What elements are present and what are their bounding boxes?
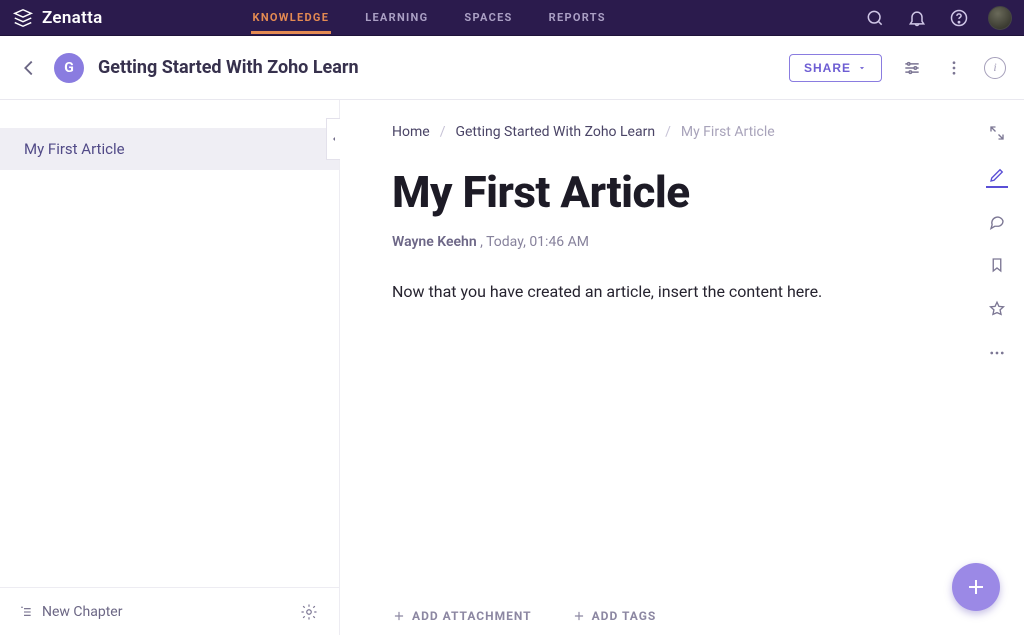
star-icon[interactable] bbox=[986, 298, 1008, 320]
nav-tab-reports[interactable]: REPORTS bbox=[549, 11, 606, 24]
sidebar-item-my-first-article[interactable]: My First Article bbox=[0, 128, 339, 170]
search-icon[interactable] bbox=[862, 5, 888, 31]
sidebar-bottom: New Chapter bbox=[0, 587, 339, 635]
new-chapter-plus-icon bbox=[18, 604, 34, 620]
back-button[interactable] bbox=[18, 57, 40, 79]
plus-icon bbox=[964, 575, 988, 599]
top-nav: Zenatta KNOWLEDGE LEARNING SPACES REPORT… bbox=[0, 0, 1024, 36]
brand-logo-icon bbox=[12, 7, 34, 29]
help-icon[interactable] bbox=[946, 5, 972, 31]
add-attachment-label: ADD ATTACHMENT bbox=[412, 609, 532, 623]
share-button-label: SHARE bbox=[804, 61, 851, 75]
edit-icon[interactable] bbox=[986, 166, 1008, 188]
comment-icon[interactable] bbox=[986, 210, 1008, 232]
new-chapter-button[interactable]: New Chapter bbox=[18, 604, 122, 620]
breadcrumb-current: My First Article bbox=[681, 124, 775, 140]
breadcrumb-space[interactable]: Getting Started With Zoho Learn bbox=[455, 124, 655, 140]
share-button[interactable]: SHARE bbox=[789, 54, 882, 82]
nav-tab-learning[interactable]: LEARNING bbox=[365, 11, 428, 24]
right-rail bbox=[986, 122, 1008, 364]
bookmark-icon[interactable] bbox=[986, 254, 1008, 276]
info-icon[interactable]: i bbox=[984, 57, 1006, 79]
main-content: Home / Getting Started With Zoho Learn /… bbox=[340, 100, 1024, 635]
article-title: My First Article bbox=[392, 166, 954, 218]
expand-icon[interactable] bbox=[986, 122, 1008, 144]
article-byline: Wayne Keehn , Today, 01:46 AM bbox=[392, 234, 954, 250]
chevron-down-icon bbox=[857, 63, 867, 73]
new-chapter-label: New Chapter bbox=[42, 604, 122, 620]
nav-tab-spaces[interactable]: SPACES bbox=[464, 11, 512, 24]
sidebar-settings-icon[interactable] bbox=[297, 600, 321, 624]
plus-icon bbox=[392, 609, 406, 623]
kebab-menu-icon[interactable] bbox=[942, 56, 966, 80]
brand[interactable]: Zenatta bbox=[12, 7, 103, 29]
plus-icon bbox=[572, 609, 586, 623]
article-footer-actions: ADD ATTACHMENT ADD TAGS bbox=[392, 609, 954, 623]
add-tags-label: ADD TAGS bbox=[592, 609, 657, 623]
subheader-actions: SHARE i bbox=[789, 54, 1006, 82]
breadcrumb-home[interactable]: Home bbox=[392, 124, 430, 140]
filter-icon[interactable] bbox=[900, 56, 924, 80]
breadcrumb-separator: / bbox=[665, 124, 671, 140]
space-title: Getting Started With Zoho Learn bbox=[98, 57, 359, 78]
nav-right bbox=[862, 5, 1012, 31]
brand-name: Zenatta bbox=[42, 8, 103, 28]
more-icon[interactable] bbox=[986, 342, 1008, 364]
add-attachment-button[interactable]: ADD ATTACHMENT bbox=[392, 609, 532, 623]
user-avatar[interactable] bbox=[988, 6, 1012, 30]
notifications-icon[interactable] bbox=[904, 5, 930, 31]
nav-tabs: KNOWLEDGE LEARNING SPACES REPORTS bbox=[253, 11, 606, 24]
article-body: Now that you have created an article, in… bbox=[392, 280, 954, 304]
add-tags-button[interactable]: ADD TAGS bbox=[572, 609, 657, 623]
article-author: Wayne Keehn bbox=[392, 234, 477, 250]
sidebar-item-label: My First Article bbox=[24, 140, 125, 158]
sub-header: G Getting Started With Zoho Learn SHARE … bbox=[0, 36, 1024, 100]
sidebar: My First Article New Chapter bbox=[0, 100, 340, 635]
fab-add-button[interactable] bbox=[952, 563, 1000, 611]
body: My First Article New Chapter Home / Gett… bbox=[0, 100, 1024, 635]
space-badge: G bbox=[54, 53, 84, 83]
breadcrumb-separator: / bbox=[440, 124, 446, 140]
nav-tab-knowledge[interactable]: KNOWLEDGE bbox=[253, 11, 330, 24]
sidebar-collapse-handle[interactable] bbox=[326, 118, 340, 160]
breadcrumbs: Home / Getting Started With Zoho Learn /… bbox=[392, 100, 954, 140]
article-timestamp: Today, 01:46 AM bbox=[486, 234, 589, 250]
